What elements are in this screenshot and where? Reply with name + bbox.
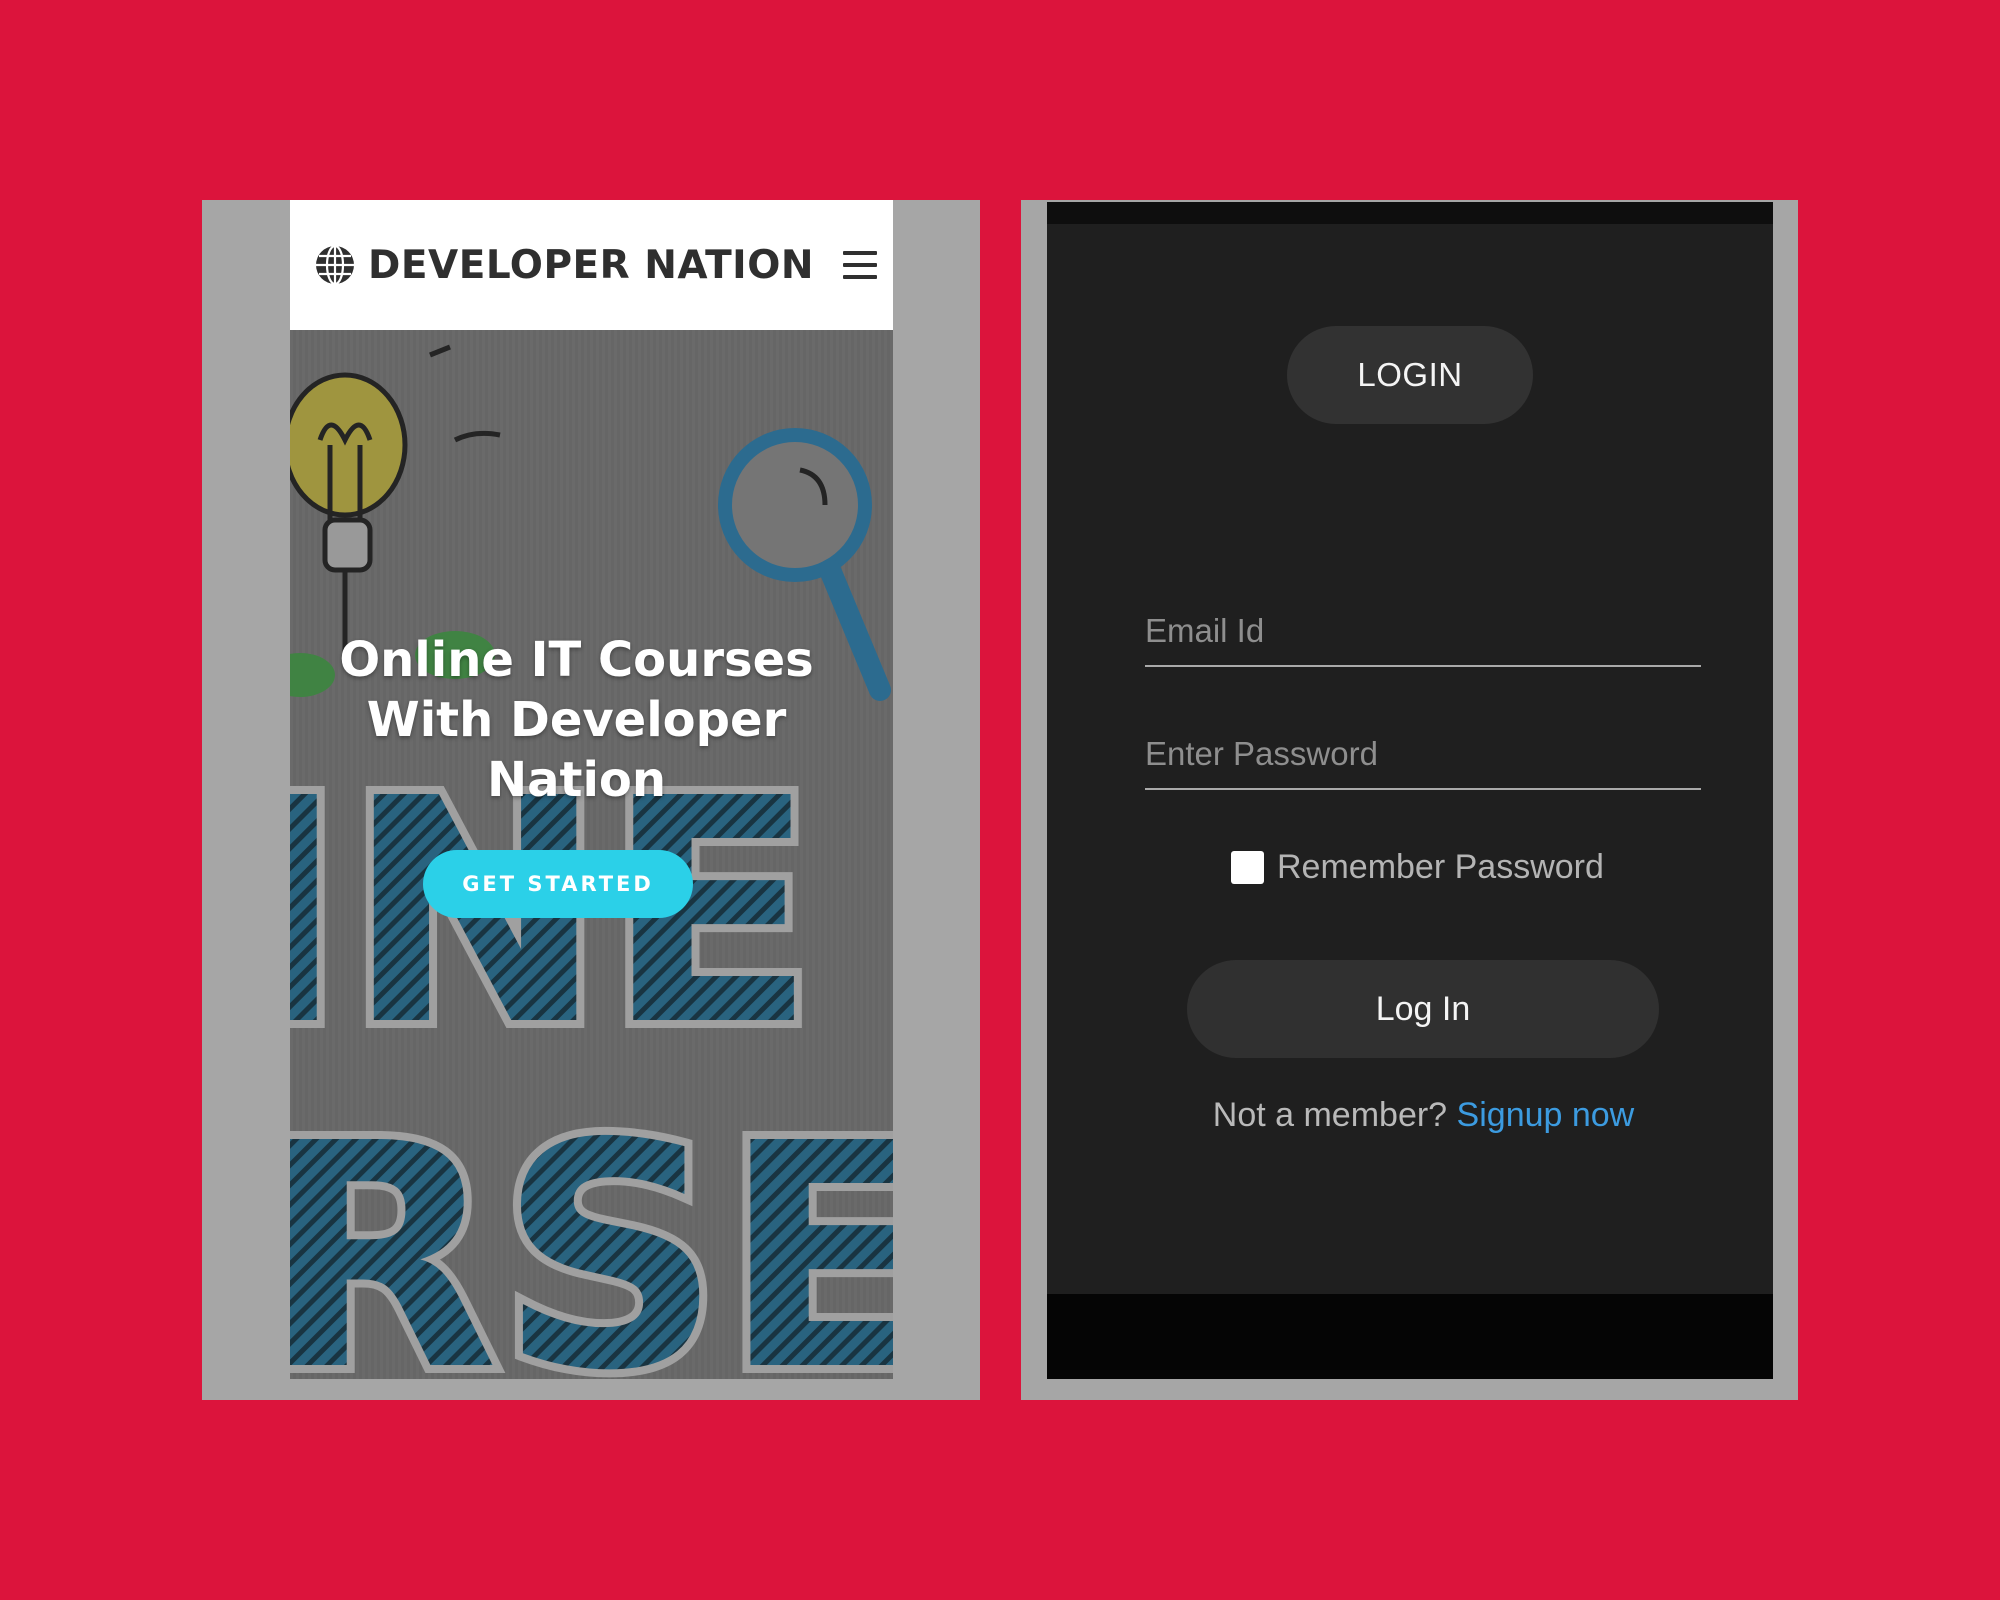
email-field[interactable] [1145, 597, 1701, 667]
top-navbar: DEVELOPER NATION [290, 200, 893, 330]
mobile-login-screen: LOGIN Remember Password Log In Not a mem… [1047, 202, 1773, 1379]
email-input[interactable] [1145, 597, 1701, 665]
hero-title-line: Online IT Courses [339, 632, 814, 688]
remember-password-label[interactable]: Remember Password [1277, 848, 1604, 887]
get-started-button[interactable]: GET STARTED [423, 850, 693, 918]
signup-prompt-text: Not a member? [1212, 1096, 1448, 1134]
hero-title-line: Nation [486, 752, 667, 808]
signup-prompt: Not a member? Signup now [1047, 1096, 1773, 1135]
remember-password-row[interactable]: Remember Password [1231, 848, 1604, 887]
hamburger-menu-icon[interactable] [843, 251, 877, 279]
remember-password-checkbox[interactable] [1231, 851, 1264, 884]
brand-name[interactable]: DEVELOPER NATION [368, 243, 814, 288]
bottom-navigation-strip [1047, 1294, 1773, 1379]
password-input[interactable] [1145, 720, 1701, 788]
login-header-badge: LOGIN [1287, 326, 1533, 424]
top-status-strip [1047, 202, 1773, 224]
hero-title-line: With Developer [366, 692, 787, 748]
hero-title: Online IT Courses With Developer Nation [290, 630, 863, 810]
right-screenshot-frame: LOGIN Remember Password Log In Not a mem… [1021, 200, 1798, 1400]
hero-section: INE RSES Online IT Courses With Develope… [290, 330, 893, 1379]
left-screenshot-frame: DEVELOPER NATION RSE Online IT Courses W… [202, 200, 980, 1400]
globe-icon[interactable] [314, 244, 356, 286]
log-in-button[interactable]: Log In [1187, 960, 1659, 1058]
password-field[interactable] [1145, 720, 1701, 790]
signup-now-link[interactable]: Signup now [1457, 1096, 1635, 1134]
mobile-homepage: DEVELOPER NATION RSE Online IT Courses W… [290, 200, 893, 1379]
